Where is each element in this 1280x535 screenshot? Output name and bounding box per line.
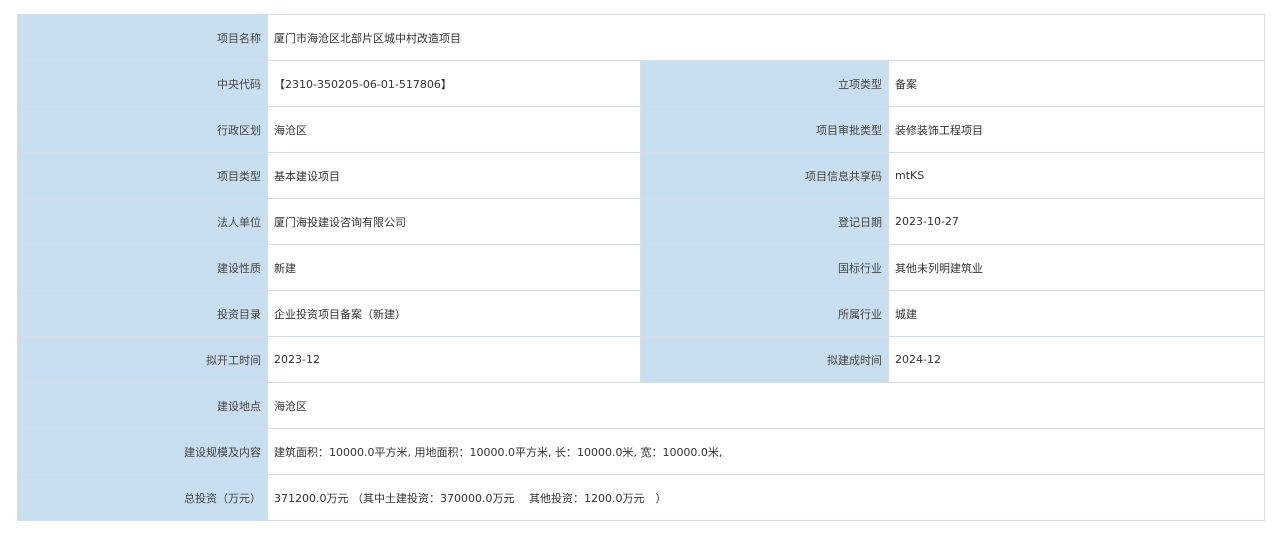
table-row: 法人单位 厦门海投建设咨询有限公司 登记日期 2023-10-27 [17, 198, 1266, 245]
table-row: 建设地点 海沧区 [17, 382, 1266, 429]
field-label: 建设性质 [17, 244, 268, 291]
field-value: 基本建设项目 [267, 152, 641, 199]
table-row: 行政区划 海沧区 项目审批类型 装修装饰工程项目 [17, 106, 1266, 153]
field-label: 国标行业 [640, 244, 889, 291]
field-label: 中央代码 [17, 60, 268, 107]
field-value: 备案 [887, 60, 1266, 107]
table-row: 拟开工时间 2023-12 拟建成时间 2024-12 [17, 336, 1266, 383]
table-row: 项目名称 厦门市海沧区北部片区城中村改造项目 [17, 14, 1266, 61]
field-value: 海沧区 [266, 382, 1266, 429]
field-label: 行政区划 [17, 106, 268, 153]
field-value: 企业投资项目备案（新建） [267, 290, 641, 337]
field-label: 立项类型 [640, 60, 889, 107]
field-value: 海沧区 [267, 106, 641, 153]
field-label: 项目类型 [17, 152, 268, 199]
table-row: 项目类型 基本建设项目 项目信息共享码 mtKS [17, 152, 1266, 199]
field-label: 建设地点 [17, 382, 268, 429]
field-value: 新建 [267, 244, 641, 291]
field-label: 项目审批类型 [640, 106, 889, 153]
field-value: 371200.0万元 （其中土建投资：370000.0万元 其他投资：1200.… [266, 474, 1266, 521]
field-label: 拟开工时间 [17, 336, 268, 383]
table-row: 中央代码 【2310-350205-06-01-517806】 立项类型 备案 [17, 60, 1266, 107]
field-value: mtKS [887, 152, 1266, 199]
table-row: 总投资（万元） 371200.0万元 （其中土建投资：370000.0万元 其他… [17, 474, 1266, 521]
field-value: 厦门海投建设咨询有限公司 [267, 198, 641, 245]
field-value: 建筑面积：10000.0平方米, 用地面积：10000.0平方米, 长：1000… [266, 428, 1266, 475]
field-label: 总投资（万元） [17, 474, 268, 521]
field-label: 项目信息共享码 [640, 152, 889, 199]
table-row: 投资目录 企业投资项目备案（新建） 所属行业 城建 [17, 290, 1266, 337]
field-value: 2023-12 [267, 336, 641, 383]
field-label: 拟建成时间 [640, 336, 889, 383]
field-label: 建设规模及内容 [17, 428, 268, 475]
field-label: 投资目录 [17, 290, 268, 337]
field-label: 登记日期 [640, 198, 889, 245]
field-label: 所属行业 [640, 290, 889, 337]
field-value: 2024-12 [887, 336, 1266, 383]
project-info-table: 项目名称 厦门市海沧区北部片区城中村改造项目 中央代码 【2310-350205… [17, 14, 1266, 521]
field-value: 2023-10-27 [887, 198, 1266, 245]
field-value: 城建 [887, 290, 1266, 337]
field-value: 【2310-350205-06-01-517806】 [267, 60, 641, 107]
field-value: 厦门市海沧区北部片区城中村改造项目 [266, 14, 1266, 61]
field-value: 装修装饰工程项目 [887, 106, 1266, 153]
field-label: 项目名称 [17, 14, 268, 61]
table-row: 建设规模及内容 建筑面积：10000.0平方米, 用地面积：10000.0平方米… [17, 428, 1266, 475]
field-label: 法人单位 [17, 198, 268, 245]
field-value: 其他未列明建筑业 [887, 244, 1266, 291]
table-row: 建设性质 新建 国标行业 其他未列明建筑业 [17, 244, 1266, 291]
